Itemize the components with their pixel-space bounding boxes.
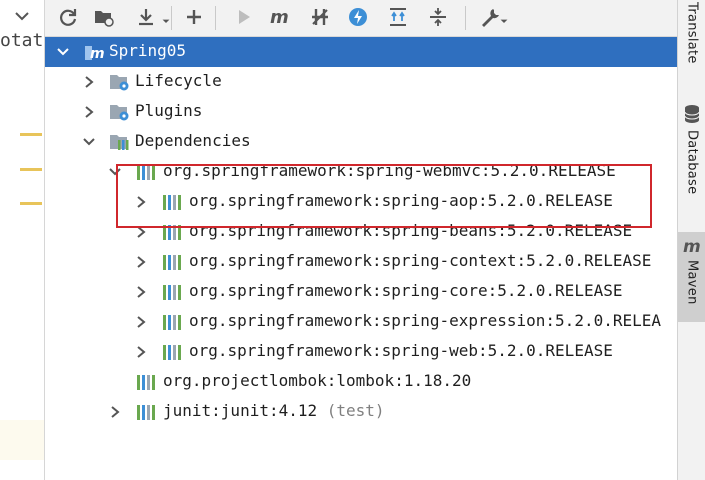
- dependency-label: org.springframework:spring-aop:5.2.0.REL…: [189, 191, 613, 210]
- maven-module-icon: m: [85, 46, 105, 62]
- library-icon: [163, 195, 181, 210]
- offline-icon[interactable]: [345, 4, 371, 30]
- dependency-label: org.springframework:spring-beans:5.2.0.R…: [189, 221, 633, 240]
- tree-item-lifecycle[interactable]: Lifecycle: [45, 67, 677, 97]
- tree-item-dependency[interactable]: junit:junit:4.12 (test): [45, 397, 677, 427]
- dependency-label: org.projectlombok:lombok:1.18.20: [163, 371, 472, 390]
- tree-item-dependency[interactable]: org.springframework:spring-beans:5.2.0.R…: [45, 217, 677, 247]
- chevron-right-icon[interactable]: [133, 194, 149, 210]
- dependency-label: junit:junit:4.12 (test): [163, 401, 385, 420]
- library-icon: [163, 315, 181, 330]
- library-folder-icon: [110, 135, 129, 150]
- tree-item-dependency[interactable]: org.springframework:spring-context:5.2.0…: [45, 247, 677, 277]
- dependency-coordinates: junit:junit:4.12: [163, 401, 318, 420]
- collapse-all-icon[interactable]: [425, 4, 451, 30]
- right-tool-strip: Translate Database m Maven: [677, 0, 705, 480]
- dependency-label: org.springframework:spring-context:5.2.0…: [189, 251, 652, 270]
- show-dependencies-icon[interactable]: [385, 4, 411, 30]
- maven-icon: m: [683, 237, 701, 256]
- tree-item-dependency[interactable]: org.springframework:spring-core:5.2.0.RE…: [45, 277, 677, 307]
- tree-item-label: Dependencies: [135, 131, 251, 150]
- tree-item-dependency[interactable]: org.springframework:spring-expression:5.…: [45, 307, 677, 337]
- library-icon: [137, 165, 155, 180]
- chevron-right-icon[interactable]: [107, 404, 123, 420]
- library-icon: [163, 255, 181, 270]
- download-icon[interactable]: [133, 4, 159, 30]
- maven-toolbar: m: [45, 0, 677, 37]
- svg-text:m: m: [270, 7, 289, 28]
- editor-text-fragment: otat: [0, 30, 44, 51]
- dependency-label: org.springframework:spring-core:5.2.0.RE…: [189, 281, 623, 300]
- project-name: Spring05: [109, 41, 187, 60]
- library-icon: [137, 405, 155, 420]
- tab-database[interactable]: Database: [678, 104, 705, 222]
- library-icon: [163, 225, 181, 240]
- tab-label: Maven: [684, 260, 700, 305]
- chevron-right-icon[interactable]: [81, 104, 97, 120]
- tree-item-dependency[interactable]: org.springframework:spring-web:5.2.0.REL…: [45, 337, 677, 367]
- maven-tool-window: m m Spring05 Lifecycle Plugins Dependenc…: [44, 0, 677, 480]
- chevron-right-icon[interactable]: [133, 314, 149, 330]
- chevron-down-icon[interactable]: [81, 134, 97, 150]
- tree-item-dependencies[interactable]: Dependencies: [45, 127, 677, 157]
- chevron-down-icon[interactable]: [55, 44, 71, 60]
- library-icon: [137, 375, 155, 390]
- svg-text:m: m: [90, 46, 105, 62]
- chevron-down-icon[interactable]: [107, 164, 123, 180]
- reload-icon[interactable]: [55, 4, 81, 30]
- chevron-down-icon[interactable]: [12, 6, 32, 26]
- chevron-right-icon[interactable]: [81, 74, 97, 90]
- skip-tests-icon[interactable]: [307, 4, 333, 30]
- tree-item-dependency[interactable]: org.projectlombok:lombok:1.18.20: [45, 367, 677, 397]
- tab-label: Database: [684, 130, 700, 195]
- add-icon[interactable]: [181, 4, 207, 30]
- database-icon: [684, 105, 700, 123]
- svg-text:m: m: [683, 237, 701, 256]
- chevron-right-icon[interactable]: [133, 224, 149, 240]
- tree-item-project[interactable]: m Spring05: [45, 37, 677, 67]
- chevron-right-icon[interactable]: [133, 254, 149, 270]
- dependency-label: org.springframework:spring-expression:5.…: [189, 311, 662, 330]
- chevron-right-icon[interactable]: [133, 284, 149, 300]
- library-icon: [163, 345, 181, 360]
- maven-goal-icon[interactable]: m: [267, 4, 293, 30]
- tree-item-dependency[interactable]: org.springframework:spring-aop:5.2.0.REL…: [45, 187, 677, 217]
- dependency-label: org.springframework:spring-webmvc:5.2.0.…: [163, 161, 616, 180]
- editor-line-highlight: [0, 420, 44, 460]
- dependency-label: org.springframework:spring-web:5.2.0.REL…: [189, 341, 613, 360]
- run-icon[interactable]: [231, 4, 257, 30]
- dropdown-arrow-icon[interactable]: [497, 4, 511, 30]
- change-marker: [20, 168, 42, 171]
- folder-sync-icon[interactable]: [91, 4, 117, 30]
- editor-gutter: otat: [0, 0, 44, 480]
- gear-folder-icon: [110, 75, 129, 91]
- tab-translate[interactable]: Translate: [678, 0, 705, 90]
- change-marker: [20, 202, 42, 205]
- tree-item-dependency[interactable]: org.springframework:spring-webmvc:5.2.0.…: [45, 157, 677, 187]
- tree-item-label: Lifecycle: [135, 71, 222, 90]
- tree-item-plugins[interactable]: Plugins: [45, 97, 677, 127]
- change-marker: [20, 133, 42, 136]
- gear-folder-icon: [110, 105, 129, 121]
- tree-item-label: Plugins: [135, 101, 203, 120]
- tab-maven[interactable]: m Maven: [678, 232, 705, 322]
- chevron-right-icon[interactable]: [133, 344, 149, 360]
- library-icon: [163, 285, 181, 300]
- dependency-scope: (test): [326, 401, 385, 420]
- tab-label: Translate: [684, 2, 700, 64]
